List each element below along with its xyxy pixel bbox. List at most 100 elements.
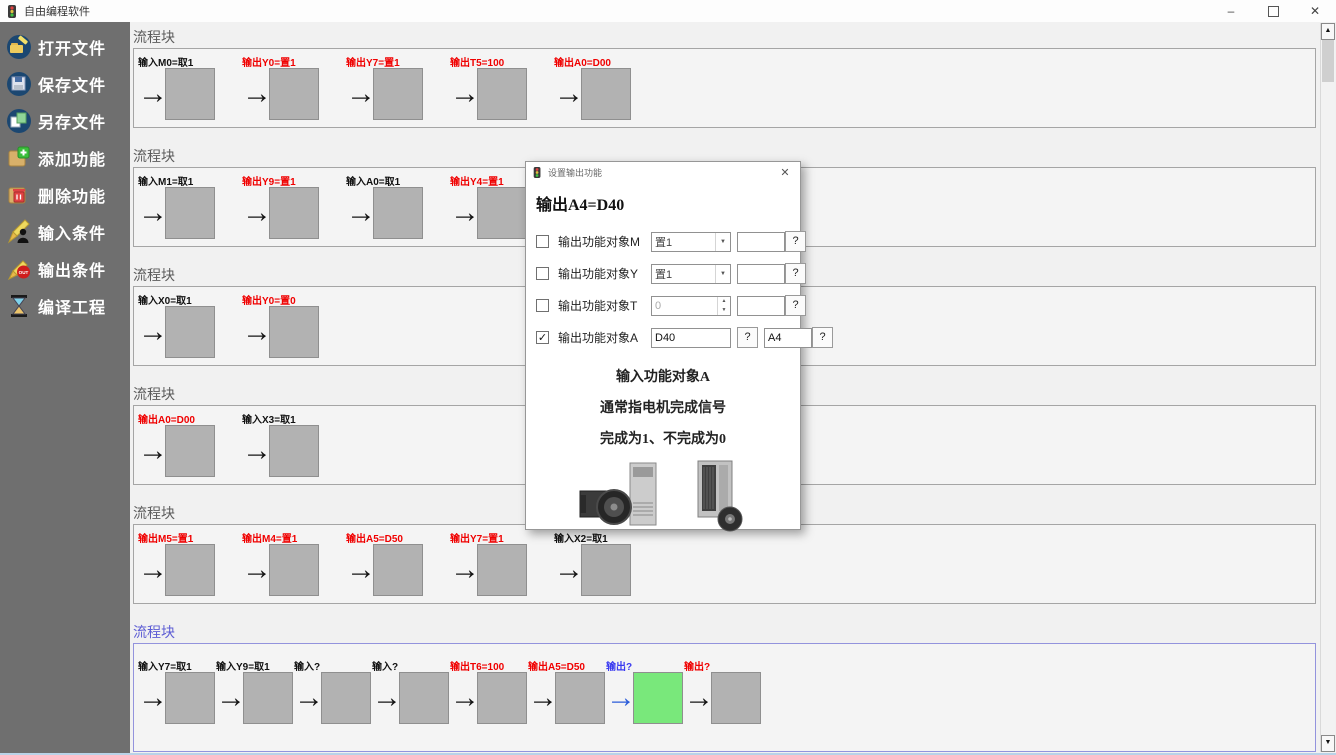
spin-down-icon[interactable]: ▼ — [718, 306, 730, 315]
spin-up-icon[interactable]: ▲ — [718, 297, 730, 306]
flow-block[interactable] — [269, 425, 319, 477]
sidebar-item-save-file[interactable]: 保存文件 — [6, 69, 130, 99]
flow-arrow-icon: → — [138, 308, 165, 356]
flow-block[interactable] — [269, 544, 319, 596]
section-panel[interactable]: 输入Y7=取1 → 输入Y9=取1 → 输入? → 输入? → 输出T6=100… — [133, 643, 1316, 752]
maximize-button[interactable] — [1252, 0, 1294, 22]
value-field[interactable]: A4 — [764, 328, 812, 348]
dialog-row-label: 输出功能对象M — [558, 233, 651, 250]
text-input[interactable]: D40 — [651, 328, 731, 348]
flow-item: 输入? → — [372, 658, 449, 724]
flow-arrow-icon: → — [528, 674, 555, 722]
flow-arrow-icon: → — [138, 427, 165, 475]
minimize-button[interactable]: – — [1210, 0, 1252, 22]
app-titlebar: 自由编程软件 – ✕ — [0, 0, 1336, 22]
flow-item-label: 输出M4=置1 — [242, 530, 319, 544]
flow-block[interactable] — [165, 306, 215, 358]
dropdown[interactable]: 置1 ▼ — [651, 264, 731, 284]
flow-item-label: 输出T6=100 — [450, 658, 527, 672]
flow-block[interactable] — [373, 187, 423, 239]
flow-block[interactable] — [399, 672, 449, 724]
sidebar-item-delete-function[interactable]: 删除功能 — [6, 180, 130, 210]
sidebar-item-label: 添加功能 — [38, 146, 106, 170]
flow-item-label: 输入X0=取1 — [138, 292, 215, 306]
value-field[interactable] — [737, 232, 785, 252]
sidebar-item-label: 删除功能 — [38, 183, 106, 207]
flow-block[interactable] — [711, 672, 761, 724]
help-button[interactable]: ? — [785, 231, 806, 252]
flow-arrow-icon: → — [450, 70, 477, 118]
flow-block[interactable] — [581, 68, 631, 120]
checkbox[interactable] — [536, 299, 549, 312]
dialog-row: 输出功能对象M 置1 ▼ ? — [536, 231, 790, 252]
input-condition-icon — [6, 219, 32, 245]
value-field[interactable] — [737, 264, 785, 284]
flow-block[interactable] — [321, 672, 371, 724]
flow-block[interactable] — [477, 672, 527, 724]
flow-block[interactable] — [165, 425, 215, 477]
flow-item-label: 输入Y7=取1 — [138, 658, 215, 672]
scrollbar-thumb[interactable] — [1322, 40, 1334, 82]
chevron-down-icon[interactable]: ▼ — [715, 233, 730, 251]
flow-block[interactable] — [269, 187, 319, 239]
flow-block[interactable] — [165, 187, 215, 239]
flow-block[interactable] — [165, 672, 215, 724]
sidebar-item-add-function[interactable]: 添加功能 — [6, 143, 130, 173]
flow-arrow-icon: → — [684, 674, 711, 722]
sidebar-item-compile[interactable]: 编译工程 — [6, 291, 130, 321]
sidebar-item-output-condition[interactable]: 输出条件 — [6, 254, 130, 284]
vertical-scrollbar[interactable]: ▲ ▼ — [1320, 23, 1335, 752]
section-panel[interactable]: 输出M5=置1 → 输出M4=置1 → 输出A5=D50 → 输出Y7=置1 →… — [133, 524, 1316, 604]
chevron-down-icon[interactable]: ▼ — [715, 265, 730, 283]
sidebar-item-open-file[interactable]: 打开文件 — [6, 32, 130, 62]
flow-item: 输出T5=100 → — [450, 54, 527, 120]
servo-motor-set-image — [578, 461, 662, 533]
app-icon — [6, 5, 19, 18]
scroll-up-icon[interactable]: ▲ — [1321, 23, 1335, 40]
help-button[interactable]: ? — [812, 327, 833, 348]
flow-arrow-icon: → — [554, 546, 581, 594]
spinner-buttons[interactable]: ▲ ▼ — [717, 297, 730, 315]
checkbox[interactable]: ✓ — [536, 331, 549, 344]
flow-block[interactable] — [633, 672, 683, 724]
flow-arrow-icon: → — [294, 674, 321, 722]
flow-block[interactable] — [165, 544, 215, 596]
checkbox[interactable] — [536, 235, 549, 248]
save-as-icon — [6, 108, 32, 134]
help-button[interactable]: ? — [785, 263, 806, 284]
flow-block[interactable] — [269, 68, 319, 120]
help-button[interactable]: ? — [785, 295, 806, 316]
dialog-close-icon[interactable]: ✕ — [774, 166, 796, 179]
flow-block[interactable] — [477, 187, 527, 239]
flow-block[interactable] — [477, 544, 527, 596]
maximize-icon — [1268, 6, 1279, 17]
flow-item: 输入M0=取1 → — [138, 54, 215, 120]
section-title: 流程块 — [133, 30, 1316, 47]
flow-item: 输出? → — [684, 658, 761, 724]
flow-block[interactable] — [555, 672, 605, 724]
close-button[interactable]: ✕ — [1294, 0, 1336, 22]
flow-block[interactable] — [243, 672, 293, 724]
dialog-images — [526, 459, 800, 533]
spinner[interactable]: 0 ▲ ▼ — [651, 296, 731, 316]
sidebar-item-save-as[interactable]: 另存文件 — [6, 106, 130, 136]
flow-block[interactable] — [477, 68, 527, 120]
flow-block[interactable] — [165, 68, 215, 120]
dialog-row: 输出功能对象Y 置1 ▼ ? — [536, 263, 790, 284]
sidebar-item-input-condition[interactable]: 输入条件 — [6, 217, 130, 247]
control-slot: 置1 ▼ — [651, 232, 731, 252]
flow-arrow-icon: → — [242, 546, 269, 594]
dropdown[interactable]: 置1 ▼ — [651, 232, 731, 252]
checkbox[interactable] — [536, 267, 549, 280]
flow-block[interactable] — [581, 544, 631, 596]
window-controls: – ✕ — [1210, 0, 1336, 22]
flow-block[interactable] — [373, 544, 423, 596]
flow-arrow-icon: → — [554, 70, 581, 118]
flow-block[interactable] — [269, 306, 319, 358]
help-button[interactable]: ? — [737, 327, 758, 348]
section-panel[interactable]: 输入M0=取1 → 输出Y0=置1 → 输出Y7=置1 → 输出T5=100 →… — [133, 48, 1316, 128]
flow-block[interactable] — [373, 68, 423, 120]
flow-item-label: 输出Y0=置0 — [242, 292, 319, 306]
scroll-down-icon[interactable]: ▼ — [1321, 735, 1335, 752]
value-field[interactable] — [737, 296, 785, 316]
